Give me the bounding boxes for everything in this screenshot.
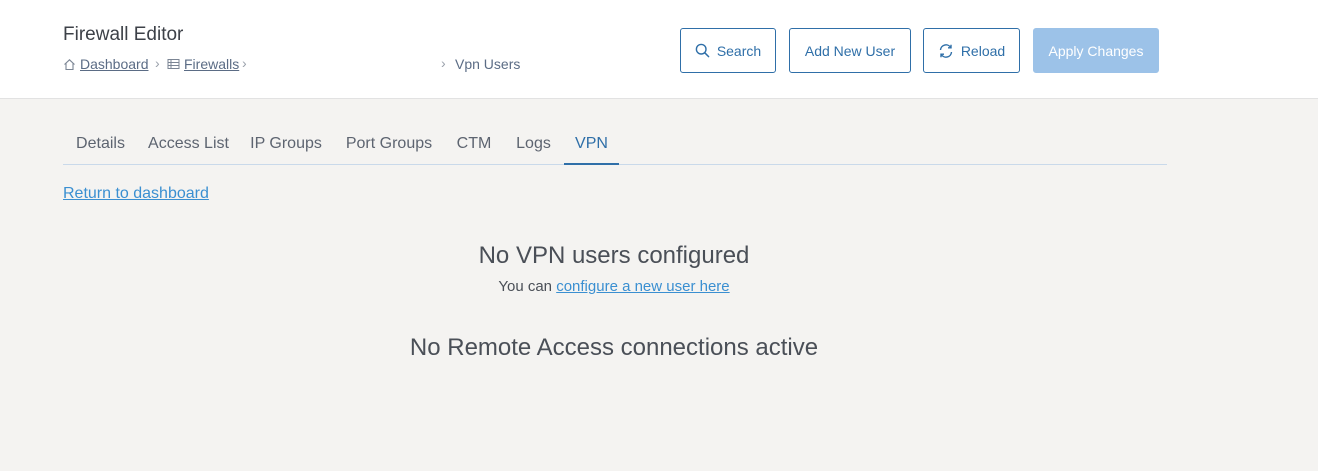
breadcrumb-current: Vpn Users	[455, 56, 521, 72]
vpn-empty-title: No VPN users configured	[478, 242, 750, 269]
vpn-empty-message: You can configure a new user here	[0, 278, 1228, 295]
home-icon	[63, 58, 76, 71]
breadcrumb-firewalls[interactable]: Firewalls	[167, 56, 239, 72]
breadcrumb-separator: ›	[242, 55, 247, 71]
add-new-user-label: Add New User	[804, 42, 896, 59]
breadcrumb-separator: ›	[441, 55, 446, 71]
tab-logs[interactable]: Logs	[506, 124, 561, 164]
search-button-label: Search	[716, 42, 762, 59]
tab-ctm[interactable]: CTM	[447, 124, 501, 164]
list-icon	[167, 58, 180, 70]
tab-ip-groups[interactable]: IP Groups	[240, 124, 332, 164]
reload-button-label: Reload	[960, 42, 1006, 59]
tab-port-groups[interactable]: Port Groups	[335, 124, 443, 164]
breadcrumb-dashboard[interactable]: Dashboard	[63, 56, 149, 72]
page-title: Firewall Editor	[63, 24, 184, 45]
tab-details[interactable]: Details	[63, 124, 138, 164]
return-to-dashboard-link[interactable]: Return to dashboard	[63, 185, 209, 203]
configure-new-user-link[interactable]: configure a new user here	[556, 278, 729, 295]
add-new-user-button[interactable]: Add New User	[789, 28, 911, 73]
vpn-empty-prefix: You can	[498, 278, 553, 295]
reload-button[interactable]: Reload	[923, 28, 1020, 73]
reload-icon	[938, 43, 954, 59]
search-button[interactable]: Search	[680, 28, 776, 73]
apply-changes-label: Apply Changes	[1048, 42, 1144, 59]
breadcrumb-firewalls-link[interactable]: Firewalls	[184, 56, 239, 72]
apply-changes-button[interactable]: Apply Changes	[1033, 28, 1159, 73]
tab-bar: Details Access List IP Groups Port Group…	[63, 124, 1167, 165]
search-icon	[695, 43, 710, 58]
page-header: Firewall Editor Dashboard › Firewalls › …	[0, 0, 1318, 99]
remote-access-empty-title: No Remote Access connections active	[409, 334, 819, 361]
breadcrumb-separator: ›	[155, 55, 160, 71]
tab-vpn[interactable]: VPN	[564, 124, 619, 165]
breadcrumb-dashboard-link[interactable]: Dashboard	[80, 56, 149, 72]
tab-access-list[interactable]: Access List	[140, 124, 237, 164]
